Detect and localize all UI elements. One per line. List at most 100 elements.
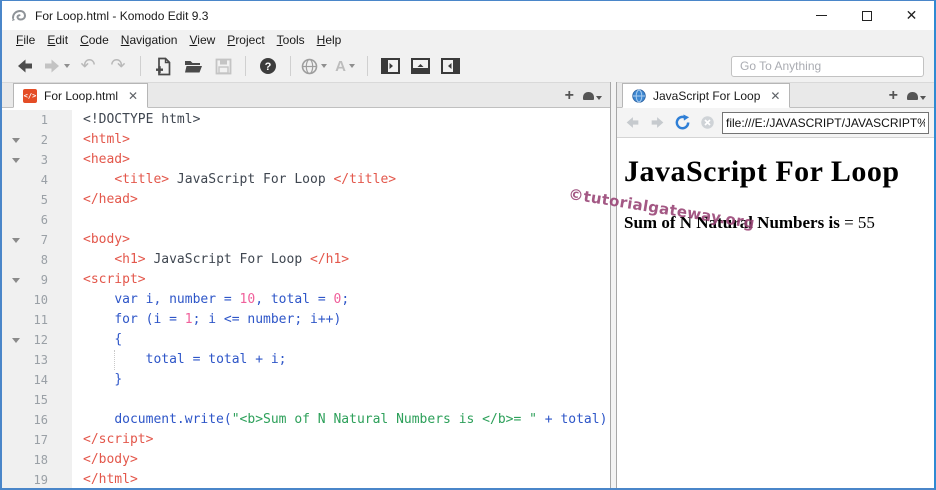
search-input[interactable] [731,55,924,77]
gutter: 1 2 3 4 5 6 7 8 9 10 11 12 13 14 15 16 17 18 19 [2,110,72,488]
indent-guide [114,350,116,370]
code-token: var i, number = [114,292,240,307]
menu-project[interactable]: Project [221,33,270,47]
code-token: <body> [83,232,130,247]
code-line[interactable]: { [83,330,610,350]
tab-javascript-for-loop[interactable]: JavaScript For Loop ✕ [622,83,791,108]
code-line[interactable]: for (i = 1; i <= number; i++) [83,310,610,330]
code-token: </body> [83,452,138,467]
browser-preview-button[interactable] [301,53,327,79]
toggle-bottom-pane-button[interactable] [408,53,432,79]
maximize-button[interactable] [844,1,889,30]
code-token: <html> [83,132,130,147]
back-button[interactable] [13,53,37,79]
preview-heading: JavaScript For Loop [624,155,900,188]
fold-arrow-icon[interactable] [12,278,28,283]
toolbar: ↶ ↷ ? A Go To Anything [2,50,934,82]
tab-for-loop-html[interactable]: </> For Loop.html ✕ [13,83,149,108]
new-tab-button[interactable]: + [565,88,574,104]
menu-file[interactable]: File [10,33,41,47]
code-line[interactable]: </html> [83,470,610,488]
chevron-down-icon [920,96,926,100]
line-number: 5 [40,193,48,207]
menu-help[interactable]: Help [311,33,348,47]
browser-back-button[interactable] [622,113,642,133]
font-size-button[interactable]: A [333,53,357,79]
code-line[interactable]: <title> JavaScript For Loop </title> [83,170,610,190]
code-line[interactable]: <body> [83,230,610,250]
help-icon: ? [260,58,276,74]
fold-arrow-icon[interactable] [12,238,28,243]
code-line[interactable]: document.write("<b>Sum of N Natural Numb… [83,410,610,430]
url-input[interactable] [722,111,929,134]
undo-button[interactable]: ↶ [76,53,100,79]
tab-close-icon[interactable]: ✕ [128,89,138,103]
toolbar-separator [245,56,246,76]
code-token: <head> [83,152,130,167]
tab-close-icon[interactable]: ✕ [770,89,780,103]
save-button[interactable] [211,53,235,79]
code-line[interactable]: <!DOCTYPE html> [83,110,610,130]
tab-label: JavaScript For Loop [653,88,761,103]
code-line[interactable]: <head> [83,150,610,170]
menu-tools[interactable]: Tools [271,33,311,47]
menu-bar: File Edit Code Navigation View Project Tools He… [2,30,934,50]
tab-menu-button[interactable] [907,92,926,100]
code-line[interactable]: <script> [83,270,610,290]
forward-button[interactable] [43,53,70,79]
toggle-left-pane-button[interactable] [378,53,402,79]
line-number: 14 [33,373,48,387]
line-number: 16 [33,413,48,427]
code-line[interactable]: </head> [83,190,610,210]
code-line[interactable]: var i, number = 10, total = 0; [83,290,610,310]
code-token: <script> [83,272,146,287]
code-line[interactable]: } [83,370,610,390]
code-line[interactable] [83,390,610,410]
code-token: <!DOCTYPE html> [83,112,201,127]
code-token: { [114,332,123,347]
close-icon: ✕ [905,7,918,24]
redo-button[interactable]: ↷ [106,53,130,79]
code-line[interactable]: <html> [83,130,610,150]
code-line[interactable]: total = total + i; [83,350,610,370]
browser-stop-button[interactable] [697,113,717,133]
code-editor[interactable]: 1 2 3 4 5 6 7 8 9 10 11 12 13 14 15 16 17 18 19 <!DOCTYPE … [2,108,610,488]
code-token: 10 [239,292,256,307]
new-tab-button[interactable]: + [889,88,898,104]
code-line[interactable]: </script> [83,430,610,450]
line-number: 7 [40,233,48,247]
line-number: 19 [33,473,48,487]
browser-toolbar [617,108,934,138]
code-token: JavaScript For Loop [169,172,334,187]
save-icon [215,58,231,74]
menu-view[interactable]: View [183,33,221,47]
toggle-right-pane-button[interactable] [438,53,462,79]
open-folder-icon [184,61,202,73]
toolbar-separator [367,56,368,76]
menu-edit[interactable]: Edit [41,33,74,47]
toggle-left-pane-icon [380,58,400,74]
fold-arrow-icon[interactable] [12,158,28,163]
fold-arrow-icon[interactable] [12,138,28,143]
gutter-row: 1 [2,110,72,130]
gutter-row: 13 [2,350,72,370]
open-file-button[interactable] [181,53,205,79]
code-line[interactable]: </body> [83,450,610,470]
close-button[interactable]: ✕ [889,1,934,30]
minimize-button[interactable] [799,1,844,30]
menu-code[interactable]: Code [74,33,115,47]
browser-reload-button[interactable] [672,113,692,133]
help-button[interactable]: ? [256,53,280,79]
fold-arrow-icon[interactable] [12,338,28,343]
new-file-button[interactable] [151,53,175,79]
menu-navigation[interactable]: Navigation [115,33,184,47]
browser-forward-button[interactable] [647,113,667,133]
pane-splitter[interactable] [610,82,617,488]
code-area[interactable]: <!DOCTYPE html> <html> <head> <title> Java… [72,110,610,488]
tab-menu-button[interactable] [583,92,602,100]
code-line[interactable] [83,210,610,230]
code-line[interactable]: <h1> JavaScript For Loop </h1> [83,250,610,270]
